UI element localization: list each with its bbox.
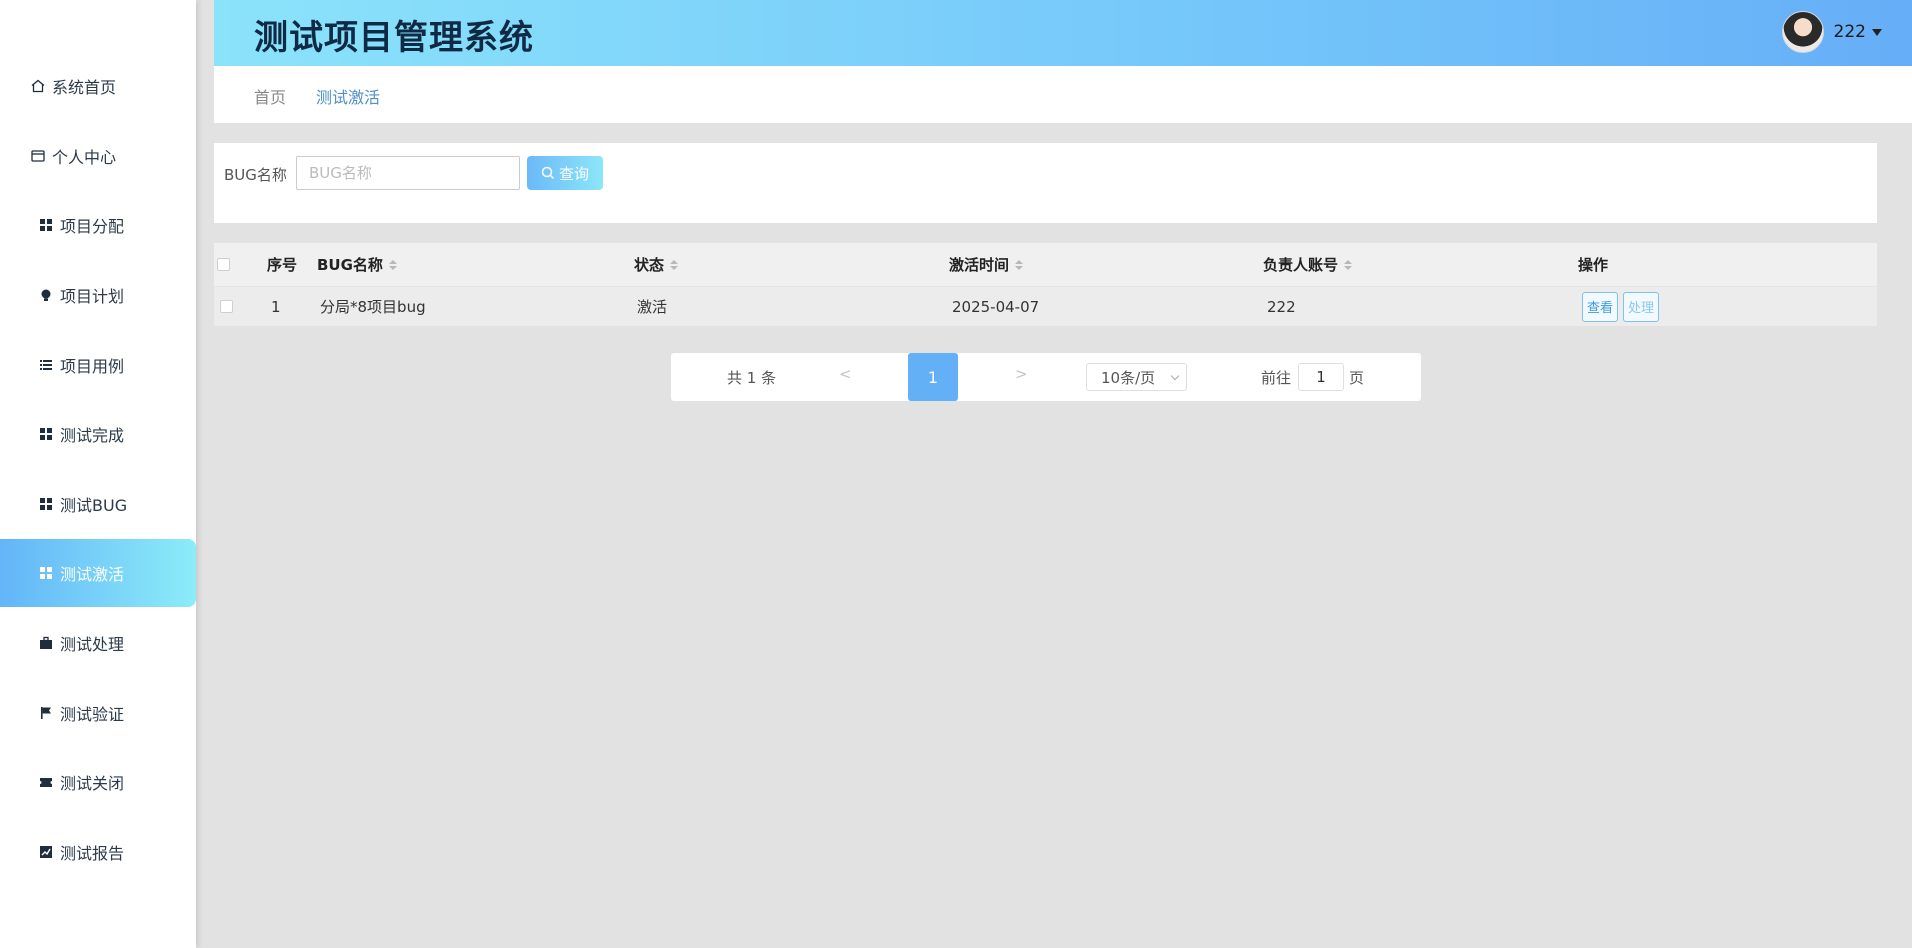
grid-icon bbox=[38, 565, 54, 581]
sidebar-item-profile[interactable]: 个人中心 bbox=[0, 122, 196, 190]
cell-ops: 查看 处理 bbox=[1582, 287, 1664, 326]
user-menu[interactable]: 222 bbox=[1781, 11, 1882, 53]
goto-page-input[interactable] bbox=[1298, 363, 1344, 391]
home-icon bbox=[30, 78, 46, 94]
grid-icon bbox=[38, 426, 54, 442]
breadcrumb-current: 测试激活 bbox=[316, 88, 381, 107]
search-panel: BUG名称 查询 bbox=[214, 143, 1877, 223]
chart-icon bbox=[38, 844, 54, 860]
sidebar-item-label: 项目分配 bbox=[60, 217, 125, 236]
cell-name: 分局*8项目bug bbox=[320, 298, 426, 316]
pagination-total: 共 1 条 bbox=[727, 369, 777, 387]
sort-icon[interactable] bbox=[670, 259, 679, 270]
sidebar-item-label: 系统首页 bbox=[52, 78, 117, 97]
column-owner: 负责人账号 bbox=[1263, 256, 1339, 274]
sidebar-item-label: 测试关闭 bbox=[60, 774, 125, 793]
app-title: 测试项目管理系统 bbox=[254, 18, 534, 58]
bulb-icon bbox=[38, 287, 54, 303]
sidebar-item-test-verify[interactable]: 测试验证 bbox=[0, 679, 196, 747]
page-number-button[interactable]: 1 bbox=[908, 353, 958, 401]
column-name-header[interactable]: BUG名称 bbox=[317, 243, 397, 286]
search-label: BUG名称 bbox=[224, 166, 287, 184]
username[interactable]: 222 bbox=[1834, 22, 1866, 42]
sidebar-item-label: 测试验证 bbox=[60, 705, 125, 724]
goto-page-suffix: 页 bbox=[1349, 369, 1365, 387]
ticket-icon bbox=[38, 774, 54, 790]
page-size-select[interactable]: 10条/页 bbox=[1086, 363, 1187, 391]
search-button[interactable]: 查询 bbox=[527, 156, 603, 190]
column-status-header[interactable]: 状态 bbox=[634, 243, 679, 286]
column-time: 激活时间 bbox=[949, 256, 1010, 274]
cell-index: 1 bbox=[271, 297, 281, 316]
breadcrumb: 首页 测试激活 bbox=[214, 66, 1912, 123]
prev-page-button[interactable]: < bbox=[839, 365, 852, 383]
sidebar-item-test-complete[interactable]: 测试完成 bbox=[0, 400, 196, 468]
sidebar-item-home[interactable]: 系统首页 bbox=[0, 52, 196, 120]
handle-button[interactable]: 处理 bbox=[1623, 291, 1660, 322]
sidebar-item-label: 个人中心 bbox=[52, 148, 117, 167]
wallet-icon bbox=[30, 148, 46, 164]
list-icon bbox=[38, 357, 54, 373]
search-icon bbox=[541, 166, 555, 180]
cell-time: 2025-04-07 bbox=[952, 297, 1040, 316]
top-header: 测试项目管理系统 222 bbox=[214, 0, 1912, 66]
sidebar-item-project-cases[interactable]: 项目用例 bbox=[0, 331, 196, 399]
sidebar-item-label: 测试完成 bbox=[60, 426, 125, 445]
page-size-value: 10条/页 bbox=[1101, 368, 1156, 387]
sidebar: 系统首页 个人中心 项目分配 项目计划 项目用例 测试完成 测试BUG 测试激活… bbox=[0, 0, 196, 948]
sort-icon[interactable] bbox=[388, 259, 397, 270]
sidebar-item-test-activate[interactable]: 测试激活 bbox=[0, 539, 196, 607]
caret-down-icon[interactable] bbox=[1872, 28, 1882, 36]
sidebar-item-label: 测试报告 bbox=[60, 844, 125, 863]
grid-icon bbox=[38, 496, 54, 512]
search-input[interactable] bbox=[296, 156, 520, 190]
column-owner-header[interactable]: 负责人账号 bbox=[1263, 243, 1353, 286]
sidebar-item-label: 项目计划 bbox=[60, 287, 125, 306]
view-button[interactable]: 查看 bbox=[1582, 291, 1619, 322]
sidebar-item-test-bug[interactable]: 测试BUG bbox=[0, 470, 196, 538]
bug-table: 序号 BUG名称 状态 激活时间 负责人账号 操作 1 分局*8项目bug 激活… bbox=[214, 243, 1877, 326]
next-page-button[interactable]: > bbox=[1015, 365, 1028, 383]
column-time-header[interactable]: 激活时间 bbox=[949, 243, 1024, 286]
breadcrumb-home[interactable]: 首页 bbox=[254, 84, 286, 108]
table-header: 序号 BUG名称 状态 激活时间 负责人账号 操作 bbox=[214, 243, 1877, 286]
column-name: BUG名称 bbox=[317, 256, 383, 274]
column-status: 状态 bbox=[634, 256, 665, 274]
column-ops: 操作 bbox=[1578, 256, 1609, 274]
sidebar-item-label: 测试BUG bbox=[60, 496, 128, 515]
grid-icon bbox=[38, 217, 54, 233]
search-button-label: 查询 bbox=[558, 165, 589, 183]
avatar[interactable] bbox=[1781, 11, 1824, 53]
flag-icon bbox=[38, 705, 54, 721]
sort-icon[interactable] bbox=[1015, 259, 1024, 270]
goto-label: 前往 bbox=[1261, 369, 1292, 387]
cell-status: 激活 bbox=[637, 298, 668, 316]
select-all-checkbox[interactable] bbox=[217, 258, 230, 271]
sidebar-item-test-close[interactable]: 测试关闭 bbox=[0, 748, 196, 816]
sidebar-item-label: 测试处理 bbox=[60, 635, 125, 654]
chevron-down-icon bbox=[1170, 371, 1180, 381]
sort-icon[interactable] bbox=[1344, 259, 1353, 270]
sidebar-item-project-plan[interactable]: 项目计划 bbox=[0, 261, 196, 329]
sidebar-item-test-handle[interactable]: 测试处理 bbox=[0, 609, 196, 677]
sidebar-item-label: 测试激活 bbox=[60, 565, 125, 584]
table-row[interactable]: 1 分局*8项目bug 激活 2025-04-07 222 查看 处理 bbox=[214, 286, 1877, 326]
pagination: 共 1 条 < 1 > 10条/页 前往 页 bbox=[671, 353, 1421, 401]
column-index: 序号 bbox=[267, 256, 298, 274]
sidebar-item-project-assign[interactable]: 项目分配 bbox=[0, 191, 196, 259]
cell-owner: 222 bbox=[1267, 297, 1296, 316]
briefcase-icon bbox=[38, 635, 54, 651]
sidebar-item-label: 项目用例 bbox=[60, 357, 125, 376]
sidebar-item-test-report[interactable]: 测试报告 bbox=[0, 818, 196, 886]
row-checkbox[interactable] bbox=[220, 300, 233, 313]
